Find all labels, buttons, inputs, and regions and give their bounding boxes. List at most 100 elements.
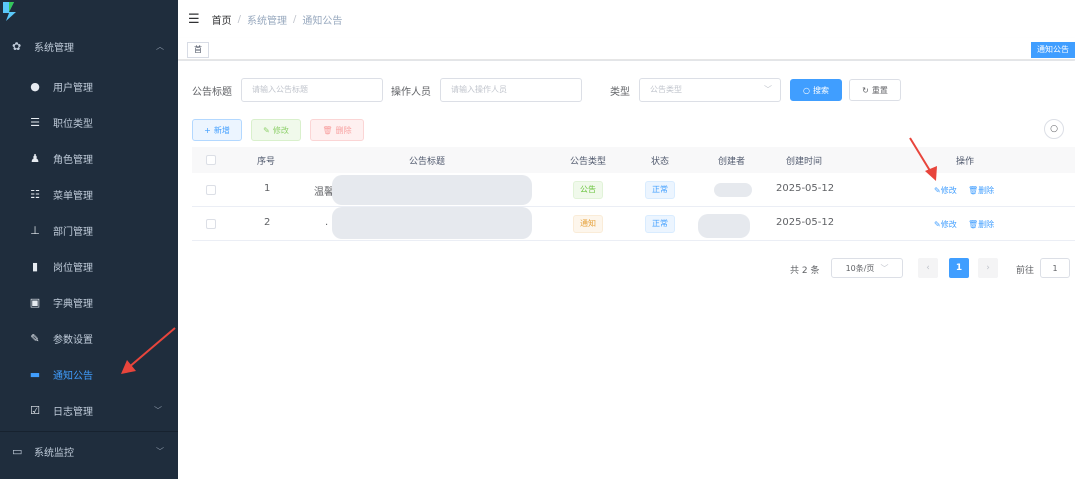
sidebar-item-label: 岗位管理 xyxy=(53,262,93,274)
pagination-total: 共 2 条 xyxy=(790,266,820,276)
search-icon: ○ xyxy=(1050,124,1058,134)
hamburger-icon[interactable]: ☰ xyxy=(188,12,200,27)
refresh-icon: ↻ xyxy=(862,85,869,95)
sidebar-item-label: 职位类型 xyxy=(53,118,93,130)
navbar: ☰ 首页 / 系统管理 / 通知公告 xyxy=(178,0,1075,38)
menu-group-system[interactable]: ✿ 系统管理 ︿ xyxy=(0,26,178,66)
sidebar-item-position-type[interactable]: ☰ 职位类型 xyxy=(0,104,178,140)
chevron-up-icon: ︿ xyxy=(156,41,164,51)
plus-icon: + xyxy=(204,125,211,135)
sidebar-item-dept[interactable]: ⊥ 部门管理 xyxy=(0,212,178,248)
monitor-icon: ▭ xyxy=(12,445,23,458)
tag-notice-active[interactable]: 通知公告 xyxy=(1031,42,1075,58)
breadcrumb-system: 系统管理 xyxy=(247,15,288,27)
sidebar-item-label: 部门管理 xyxy=(53,226,93,238)
status-tag: 正常 xyxy=(645,181,675,199)
menu-group-monitor-label: 系统监控 xyxy=(34,448,74,459)
main-area: ☰ 首页 / 系统管理 / 通知公告 首 通知公告 公告标题 请输入公告标题 操… xyxy=(178,0,1075,479)
sidebar-item-notice[interactable]: ▬ 通知公告 xyxy=(0,356,178,392)
chevron-down-icon: ﹀ xyxy=(156,447,164,456)
sidebar: ✿ 系统管理 ︿ ● 用户管理 ☰ 职位类型 ♟ 角色管理 ☷ 菜单管理 ⊥ 部… xyxy=(0,0,178,479)
sidebar-item-config[interactable]: ✎ 参数设置 xyxy=(0,320,178,356)
toggle-search-button[interactable]: ○ xyxy=(1044,119,1064,139)
operator-input[interactable]: 请输入操作人员 xyxy=(440,78,582,102)
redaction xyxy=(332,175,532,205)
row-checkbox[interactable] xyxy=(206,185,216,195)
edit-icon: ✎ xyxy=(934,220,941,229)
trash-icon: 🗑 xyxy=(968,220,979,229)
cell-title: . xyxy=(325,217,329,228)
reset-button-label: 重置 xyxy=(871,85,888,95)
add-button-label: 新增 xyxy=(213,125,230,135)
logo-icon xyxy=(3,2,16,21)
cell-created: 2025-05-12 xyxy=(776,183,835,194)
redaction xyxy=(332,207,532,239)
table-header: 序号 公告标题 公告类型 状态 创建者 创建时间 操作 xyxy=(192,147,1075,173)
tags-view: 首 通知公告 xyxy=(178,38,1075,60)
submenu-system: ● 用户管理 ☰ 职位类型 ♟ 角色管理 ☷ 菜单管理 ⊥ 部门管理 ▮ 岗位管… xyxy=(0,66,178,431)
row-edit-label: 修改 xyxy=(940,220,957,229)
row-edit-link[interactable]: ✎修改 xyxy=(934,185,957,196)
next-page-button[interactable]: › xyxy=(978,258,998,278)
header-title: 公告标题 xyxy=(409,157,446,167)
chevron-down-icon: ﹀ xyxy=(880,263,889,273)
tree-table-icon: ☷ xyxy=(30,187,40,201)
type-select-placeholder: 公告类型 xyxy=(650,85,682,94)
sidebar-item-menu[interactable]: ☷ 菜单管理 xyxy=(0,176,178,212)
operator-label: 操作人员 xyxy=(391,87,431,98)
sidebar-item-post[interactable]: ▮ 岗位管理 xyxy=(0,248,178,284)
sidebar-item-log[interactable]: ☑ 日志管理 ﹀ xyxy=(0,392,178,428)
page-size-select[interactable]: 10条/页 ﹀ xyxy=(831,258,903,278)
header-created: 创建时间 xyxy=(786,157,823,167)
search-button[interactable]: ○ 搜索 xyxy=(790,79,842,101)
sidebar-item-dict[interactable]: ▣ 字典管理 xyxy=(0,284,178,320)
row-delete-label: 删除 xyxy=(978,186,995,195)
edit-button[interactable]: ✎ 修改 xyxy=(251,119,301,141)
select-all-checkbox[interactable] xyxy=(206,155,216,165)
sidebar-item-label: 参数设置 xyxy=(53,334,93,346)
row-edit-label: 修改 xyxy=(940,186,957,195)
search-icon: ○ xyxy=(803,85,810,95)
row-delete-link[interactable]: 🗑删除 xyxy=(968,219,994,230)
delete-button[interactable]: 🗑 删除 xyxy=(310,119,364,141)
log-icon: ☑ xyxy=(30,403,40,417)
post-icon: ▮ xyxy=(31,259,39,273)
row-checkbox[interactable] xyxy=(206,219,216,229)
cell-index: 2 xyxy=(264,217,271,228)
list-icon: ☰ xyxy=(30,115,40,129)
tag-home[interactable]: 首 xyxy=(187,42,209,58)
sidebar-item-label: 菜单管理 xyxy=(53,190,93,202)
breadcrumb-home[interactable]: 首页 xyxy=(212,12,232,27)
add-button[interactable]: + 新增 xyxy=(192,119,242,141)
cell-title: 温馨 xyxy=(314,187,334,198)
table-row: 2 . 通知 正常 2025-05-12 ✎修改 🗑删除 xyxy=(192,207,1075,241)
title-input[interactable]: 请输入公告标题 xyxy=(241,78,383,102)
peoples-icon: ♟ xyxy=(30,151,40,165)
goto-label: 前往 xyxy=(1016,266,1035,276)
row-delete-link[interactable]: 🗑删除 xyxy=(968,185,994,196)
page-size-label: 10条/页 xyxy=(845,263,875,273)
search-button-label: 搜索 xyxy=(812,85,829,95)
reset-button[interactable]: ↻ 重置 xyxy=(849,79,901,101)
type-select[interactable]: 公告类型 ﹀ xyxy=(639,78,781,102)
chevron-down-icon: ﹀ xyxy=(764,85,772,94)
prev-page-button[interactable]: ‹ xyxy=(918,258,938,278)
redaction xyxy=(698,214,750,238)
page-current[interactable]: 1 xyxy=(949,258,969,278)
user-icon: ● xyxy=(30,79,40,93)
message-icon: ▬ xyxy=(29,367,41,381)
type-label: 类型 xyxy=(610,87,630,98)
chevron-down-icon: ﹀ xyxy=(154,405,162,415)
row-edit-link[interactable]: ✎修改 xyxy=(934,219,957,230)
sidebar-item-label: 用户管理 xyxy=(53,82,93,94)
sidebar-item-role[interactable]: ♟ 角色管理 xyxy=(0,140,178,176)
redaction xyxy=(714,183,752,197)
edit-button-label: 修改 xyxy=(272,125,289,135)
sidebar-item-label: 通知公告 xyxy=(53,370,93,382)
menu-group-monitor[interactable]: ▭ 系统监控 ﹀ xyxy=(0,431,178,471)
goto-input[interactable]: 1 xyxy=(1040,258,1070,278)
title-label: 公告标题 xyxy=(192,87,232,98)
sidebar-item-user[interactable]: ● 用户管理 xyxy=(0,68,178,104)
breadcrumb-current: 通知公告 xyxy=(302,15,343,27)
breadcrumb-separator: / xyxy=(293,13,297,25)
